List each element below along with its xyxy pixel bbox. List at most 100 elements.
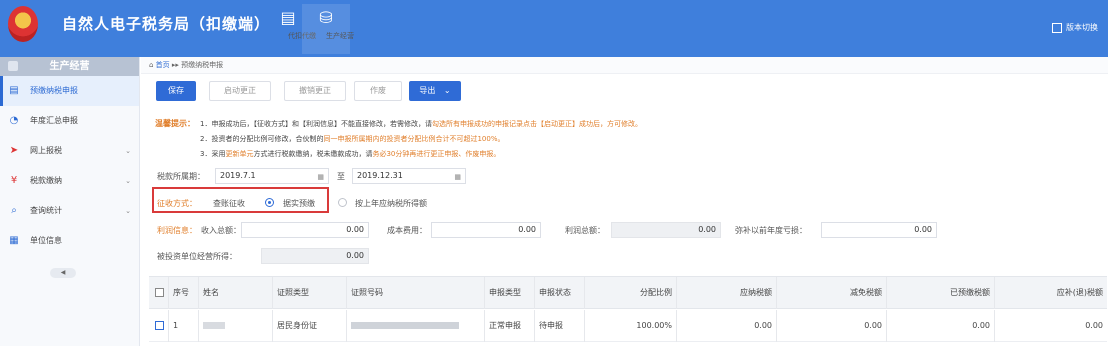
database-icon: ⛁ xyxy=(319,8,333,27)
sidebar-item-label: 查询统计 xyxy=(30,206,62,215)
notice-warning-text: 同一申报所属期内的投资者分配比例合计不可超过100%。 xyxy=(323,135,505,143)
radio-actual-prepay[interactable] xyxy=(265,198,274,207)
search-icon: ⌕ xyxy=(11,205,17,216)
breadcrumb-separator: ▸▸ xyxy=(171,61,179,69)
column-header: 应补(退)税额 xyxy=(1056,288,1103,297)
invest-income-input: 0.00 xyxy=(261,248,369,264)
start-correction-button[interactable]: 启动更正 xyxy=(209,81,271,101)
row-due: 0.00 xyxy=(1085,321,1103,330)
sidebar-title: 生产经营 xyxy=(0,57,139,76)
sidebar-title-label: 生产经营 xyxy=(49,61,90,72)
top-nav-label: 生产经营 xyxy=(326,32,354,40)
sidebar-item-tax-payment[interactable]: ¥ 税款缴纳 ⌄ xyxy=(0,166,139,196)
top-nav-production[interactable]: ⛁ 生产经营 xyxy=(302,4,354,54)
levy-option-last-year-income[interactable]: 按上年应纳税所得额 xyxy=(355,198,427,209)
send-icon: ➤ xyxy=(9,145,19,156)
radio-last-year-income[interactable] xyxy=(338,198,347,207)
period-start-input[interactable]: 2019.7.1 ▦ xyxy=(215,168,329,184)
column-header: 证照号码 xyxy=(347,277,485,309)
levy-method-label: 征收方式： xyxy=(157,199,197,208)
row-status: 待申报 xyxy=(535,310,585,342)
row-relief: 0.00 xyxy=(777,310,887,342)
column-header: 已预缴税额 xyxy=(887,277,995,309)
notice-text: 方式进行税款缴纳，税未缴款成功，请 xyxy=(253,150,373,158)
sidebar-item-query-stats[interactable]: ⌕ 查询统计 ⌄ xyxy=(0,196,139,226)
sidebar-item-online-filing[interactable]: ➤ 网上报税 ⌄ xyxy=(0,136,139,166)
levy-option-audit[interactable]: 查账征收 xyxy=(213,198,245,209)
shield-icon xyxy=(8,61,18,71)
row-checkbox[interactable] xyxy=(155,321,164,330)
header-select-cell xyxy=(149,277,169,309)
cancel-correction-button[interactable]: 撤销更正 xyxy=(284,81,346,101)
sidebar: 生产经营 ▤ 预缴纳税申报 ◔ 年度汇总申报 ➤ 网上报税 ⌄ ¥ 税款缴纳 ⌄… xyxy=(0,57,140,346)
redacted-name xyxy=(203,322,225,329)
row-tax: 0.00 xyxy=(677,310,777,342)
notice-label: 温馨提示： xyxy=(155,119,195,128)
breadcrumb-current: 预缴纳税申报 xyxy=(181,61,224,69)
calendar-icon: ▦ xyxy=(454,173,461,181)
row-index: 1 xyxy=(169,310,199,342)
table-row[interactable]: 1 居民身份证 正常申报 待申报 100.00% 0.00 0.00 0.00 … xyxy=(149,310,1107,342)
national-emblem-logo xyxy=(8,6,38,42)
sidebar-collapse-button[interactable]: ◀ xyxy=(50,268,76,278)
levy-option-actual-prepay[interactable]: 据实预缴 xyxy=(283,198,315,209)
notice-line-2: 2．投资者的分配比例可修改，合伙制的同一申报所属期内的投资者分配比例合计不可超过… xyxy=(200,134,504,144)
building-icon: ▦ xyxy=(9,235,19,246)
loss-input[interactable]: 0.00 xyxy=(821,222,937,238)
profit-info-label: 利润信息： xyxy=(157,226,197,235)
period-end-input[interactable]: 2019.12.31 ▦ xyxy=(352,168,466,184)
sidebar-item-prepay-declaration[interactable]: ▤ 预缴纳税申报 xyxy=(0,76,139,106)
row-prepaid: 0.00 xyxy=(887,310,995,342)
investor-table: 序号 姓名 证照类型 证照号码 申报类型 申报状态 分配比例 应纳税额 减免税额… xyxy=(149,276,1107,342)
version-switch-button[interactable]: 版本切换 xyxy=(1052,22,1098,33)
column-header: 减免税额 xyxy=(777,277,887,309)
money-icon: ¥ xyxy=(10,175,18,186)
notice-warning-text: 务必30分钟再进行更正申报、作废申报。 xyxy=(372,150,501,158)
document-icon: ▤ xyxy=(9,85,19,96)
app-title: 自然人电子税务局（扣缴端） xyxy=(62,15,271,33)
calendar-icon: ▦ xyxy=(317,173,324,181)
column-header: 证照类型 xyxy=(273,277,347,309)
column-header: 分配比例 xyxy=(585,277,677,309)
chevron-down-icon: ⌄ xyxy=(443,86,451,95)
row-id-type: 居民身份证 xyxy=(273,310,347,342)
home-icon: ⌂ xyxy=(149,61,156,69)
save-button[interactable]: 保存 xyxy=(156,81,196,101)
profit-total-label: 利润总额： xyxy=(565,226,605,235)
row-ratio: 100.00% xyxy=(585,310,677,342)
column-header: 序号 xyxy=(169,277,199,309)
sidebar-item-annual-declaration[interactable]: ◔ 年度汇总申报 xyxy=(0,106,139,136)
chevron-down-icon: ⌄ xyxy=(125,147,131,155)
cost-label: 成本费用： xyxy=(387,226,427,235)
notice-line-3: 3．采用更新单元方式进行税款缴纳，税未缴款成功，请务必30分钟再进行更正申报、作… xyxy=(200,149,500,159)
void-button[interactable]: 作废 xyxy=(354,81,402,101)
sidebar-item-label: 税款缴纳 xyxy=(30,176,62,185)
breadcrumb: ⌂ 首页 ▸▸ 预缴纳税申报 xyxy=(141,57,1108,74)
period-to-label: 至 xyxy=(337,172,345,181)
breadcrumb-home-link[interactable]: 首页 xyxy=(156,61,170,69)
export-dropdown-button[interactable]: 导出 ⌄ xyxy=(409,81,461,101)
switch-icon xyxy=(1052,22,1062,33)
cost-input[interactable]: 0.00 xyxy=(431,222,541,238)
select-all-checkbox[interactable] xyxy=(155,288,164,297)
clock-icon: ◔ xyxy=(9,115,19,126)
export-label: 导出 xyxy=(419,86,436,95)
notice-line-1: 1．申报成功后，【征收方式】和【利润信息】不能直接修改，若需修改，请勾选所有申报… xyxy=(200,119,642,129)
table-header: 序号 姓名 证照类型 证照号码 申报类型 申报状态 分配比例 应纳税额 减免税额… xyxy=(149,277,1107,309)
version-switch-label: 版本切换 xyxy=(1066,23,1098,32)
loss-label: 弥补以前年度亏损： xyxy=(735,226,807,235)
notice-text: 3．采用 xyxy=(200,150,226,158)
sidebar-item-label: 网上报税 xyxy=(30,146,62,155)
notice-warning-text: 更新单元 xyxy=(225,150,254,158)
row-declare-type: 正常申报 xyxy=(485,310,535,342)
period-start-value: 2019.7.1 xyxy=(220,171,256,180)
notice-warning-text: 勾选所有申报成功的申报记录点击【启动更正】成功后，方可修改。 xyxy=(431,120,642,128)
chevron-down-icon: ⌄ xyxy=(125,177,131,185)
row-name-redacted xyxy=(199,310,273,342)
top-header: 自然人电子税务局（扣缴端） ▤ 代扣代缴 ⛁ 生产经营 版本切换 xyxy=(0,0,1108,57)
row-select-cell xyxy=(149,310,169,342)
profit-total-input: 0.00 xyxy=(611,222,721,238)
income-input[interactable]: 0.00 xyxy=(241,222,369,238)
sidebar-item-unit-info[interactable]: ▦ 单位信息 xyxy=(0,226,139,256)
chevron-down-icon: ⌄ xyxy=(125,207,131,215)
